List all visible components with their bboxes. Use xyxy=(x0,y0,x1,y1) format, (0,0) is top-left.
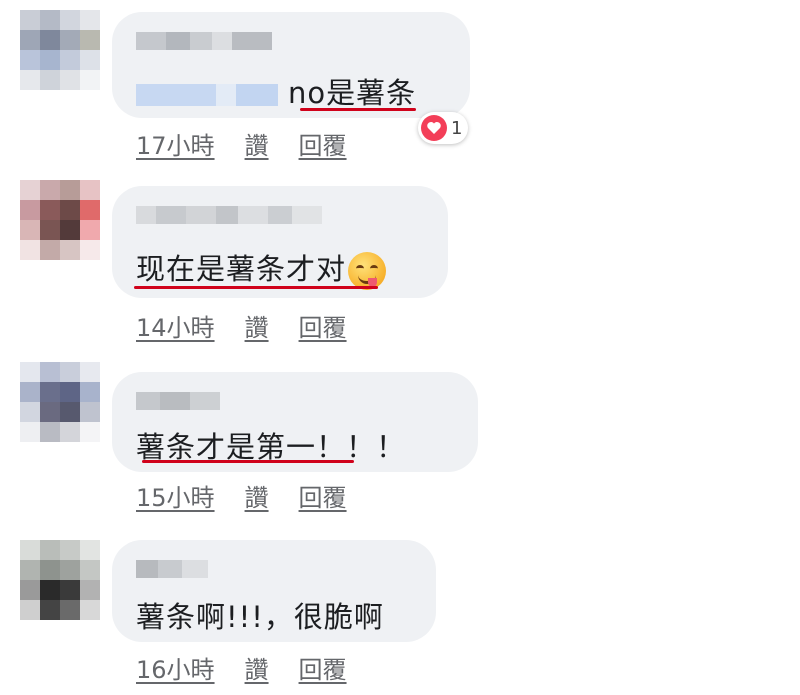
timestamp-link[interactable]: 14小時 xyxy=(136,314,215,342)
like-button[interactable]: 讚 xyxy=(245,484,269,512)
comment-meta: 16小時 讚 回覆 xyxy=(136,650,377,685)
blurred-text xyxy=(216,84,236,106)
yum-face-emoji xyxy=(348,252,387,290)
comment-text: no是薯条 xyxy=(288,76,417,110)
comment-bubble: no是薯条 xyxy=(112,12,470,118)
reply-button[interactable]: 回覆 xyxy=(299,484,347,512)
comment-meta: 14小時 讚 回覆 xyxy=(136,308,377,343)
red-underline xyxy=(142,460,354,463)
blurred-text xyxy=(236,84,278,106)
commenter-name-blurred[interactable] xyxy=(136,32,272,50)
avatar[interactable] xyxy=(20,10,100,90)
comment-text: 薯条才是第一！！！ xyxy=(136,430,407,464)
avatar[interactable] xyxy=(20,362,100,442)
commenter-name-blurred[interactable] xyxy=(136,560,208,578)
comment-text: 现在是薯条才对 xyxy=(136,252,347,286)
reaction-count: 1 xyxy=(451,117,463,139)
commenter-name-blurred[interactable] xyxy=(136,206,322,224)
blurred-text xyxy=(136,84,216,106)
comment-bubble: 薯条啊!!!，很脆啊 xyxy=(112,540,436,642)
commenter-name-blurred[interactable] xyxy=(136,392,220,410)
like-button[interactable]: 讚 xyxy=(245,132,269,160)
like-button[interactable]: 讚 xyxy=(245,314,269,342)
timestamp-link[interactable]: 15小時 xyxy=(136,484,215,512)
comment-meta: 15小時 讚 回覆 xyxy=(136,478,377,513)
reply-button[interactable]: 回覆 xyxy=(299,656,347,684)
comment-bubble: 薯条才是第一！！！ xyxy=(112,372,478,472)
avatar[interactable] xyxy=(20,540,100,620)
comment-text: 薯条啊!!!，很脆啊 xyxy=(136,600,384,634)
comment-bubble: 现在是薯条才对 xyxy=(112,186,448,298)
timestamp-link[interactable]: 17小時 xyxy=(136,132,215,160)
avatar[interactable] xyxy=(20,180,100,260)
like-button[interactable]: 讚 xyxy=(245,656,269,684)
reaction-badge[interactable]: 1 xyxy=(418,112,469,144)
timestamp-link[interactable]: 16小時 xyxy=(136,656,215,684)
red-underline xyxy=(300,108,416,111)
reply-button[interactable]: 回覆 xyxy=(299,314,347,342)
heart-icon xyxy=(421,115,447,141)
red-underline xyxy=(134,286,378,289)
comment-meta: 17小時 讚 回覆 xyxy=(136,126,377,161)
reply-button[interactable]: 回覆 xyxy=(299,132,347,160)
